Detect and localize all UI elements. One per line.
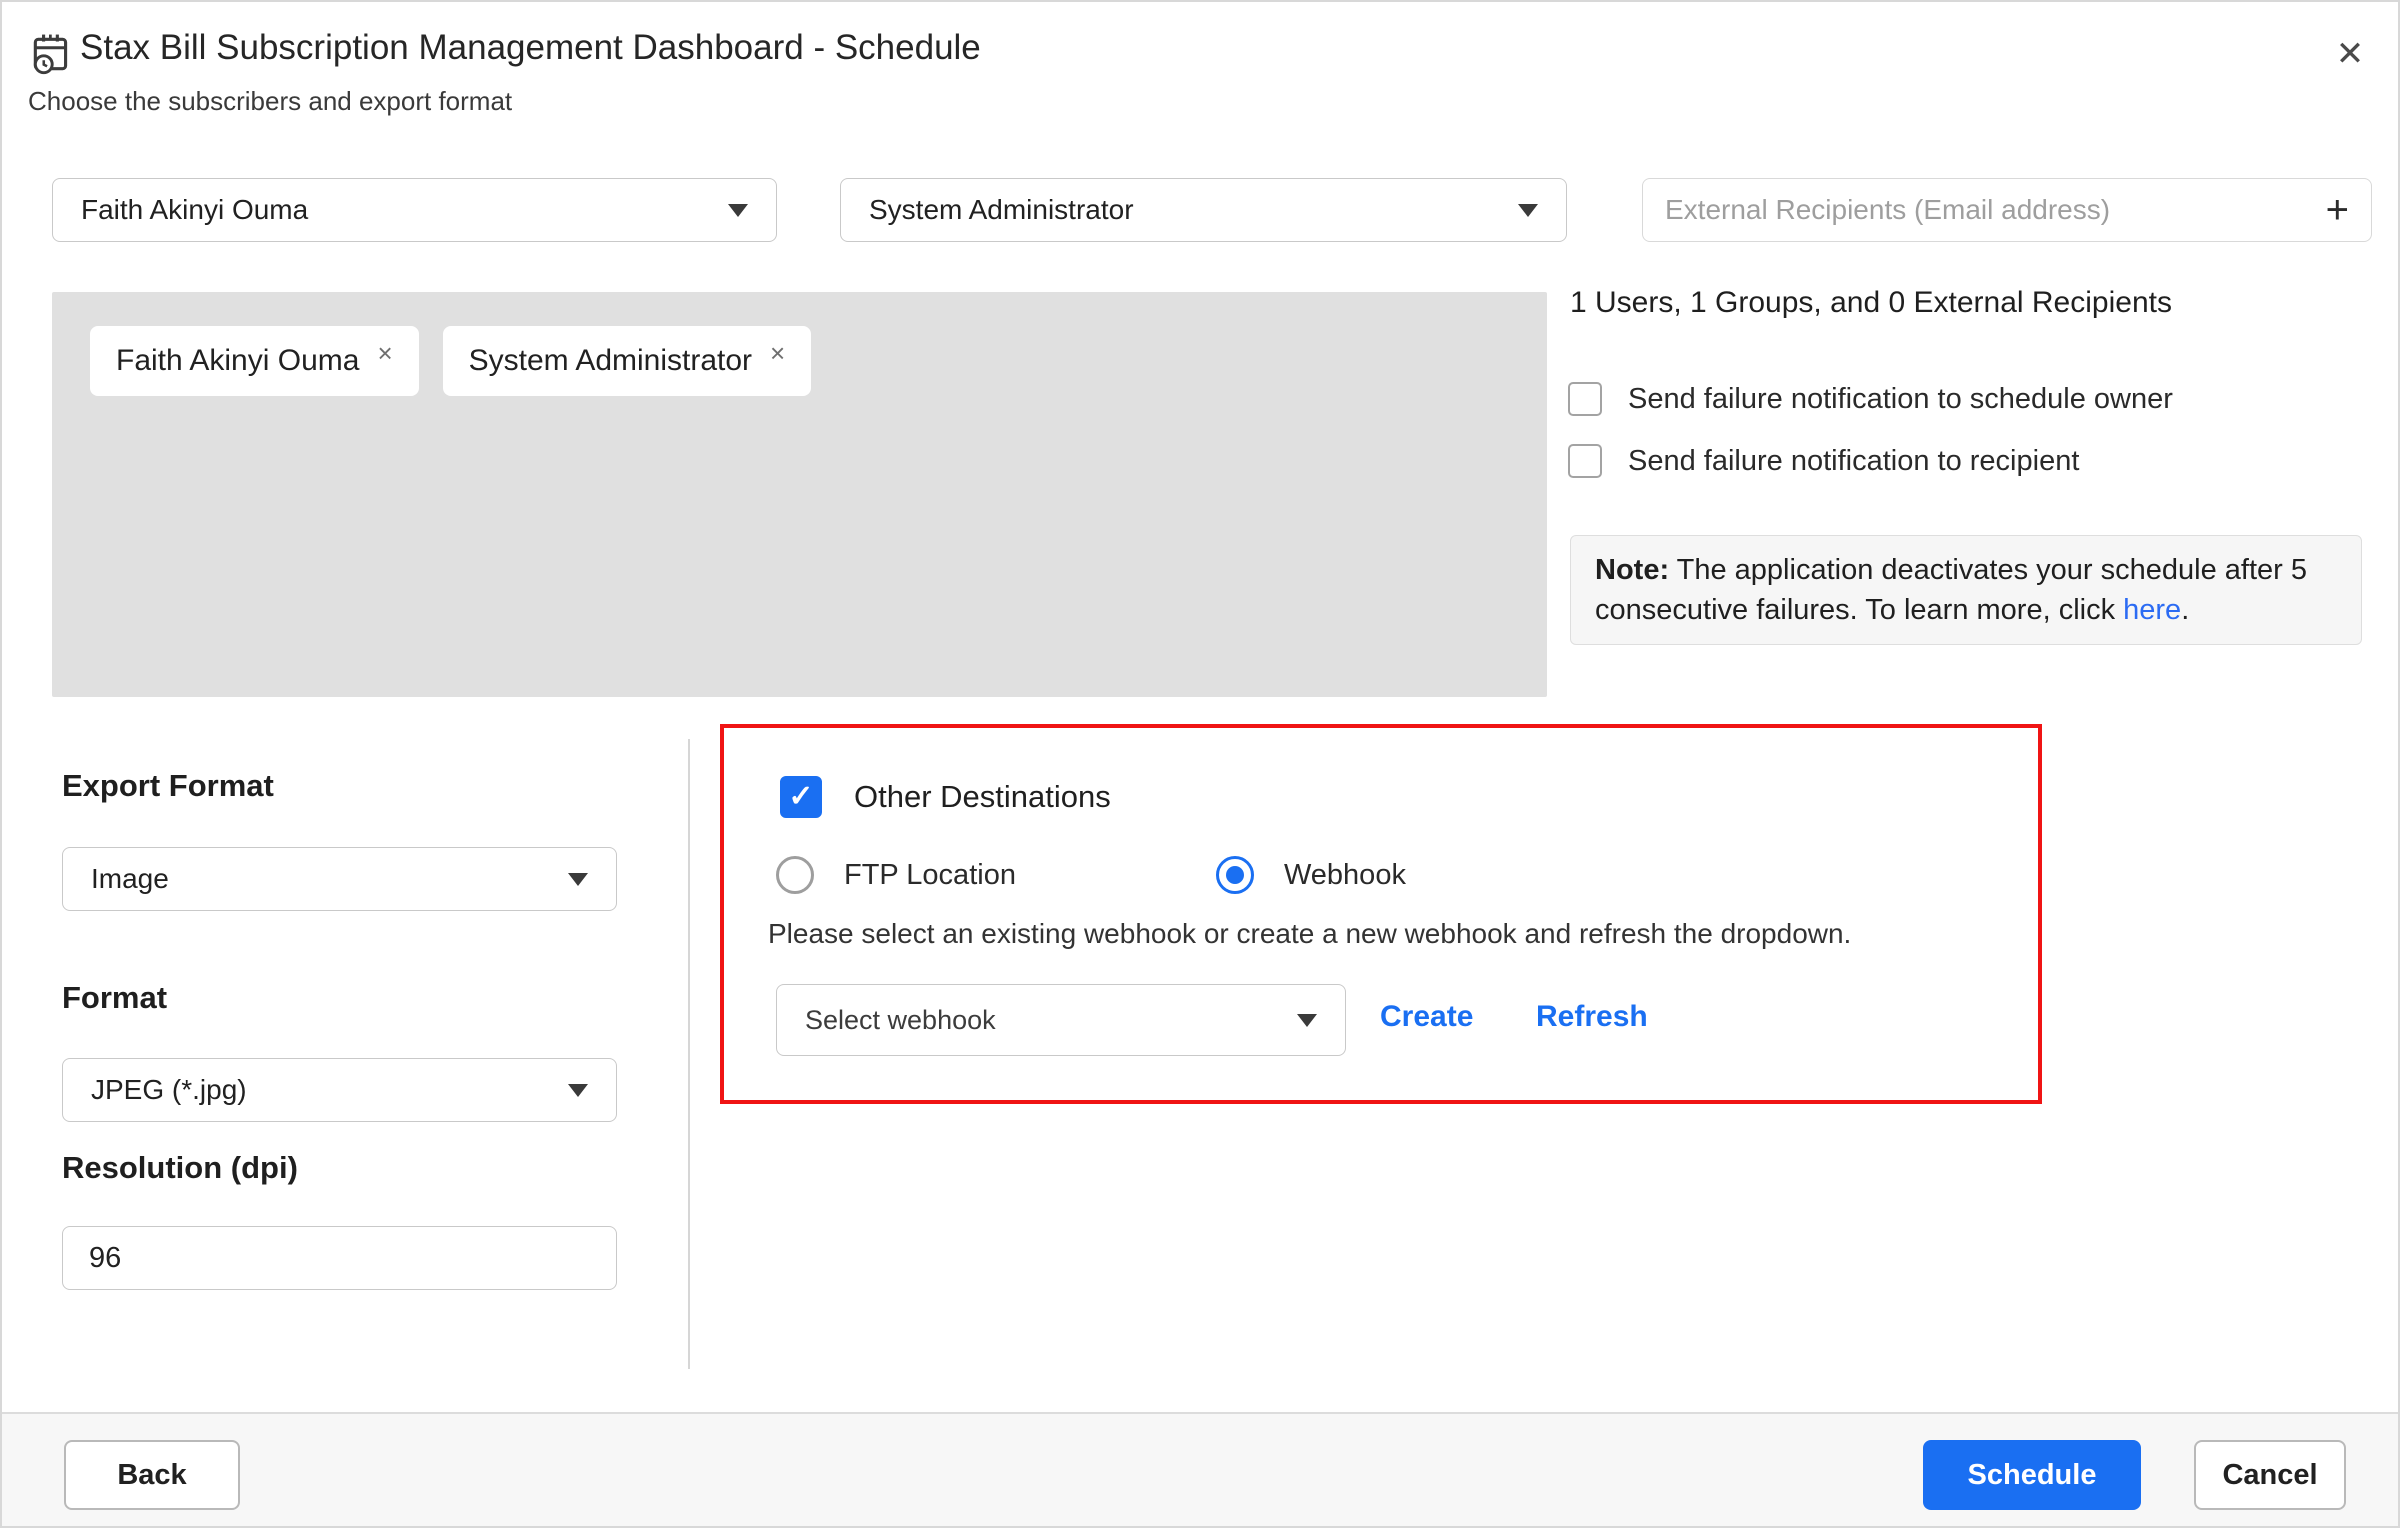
destination-radio-webhook[interactable] xyxy=(1216,856,1254,894)
ftp-location-label: FTP Location xyxy=(844,859,1016,892)
resolution-heading: Resolution (dpi) xyxy=(62,1150,298,1186)
add-recipient-icon[interactable]: + xyxy=(2312,190,2349,230)
notify-owner-row: Send failure notification to schedule ow… xyxy=(1568,382,2173,416)
webhook-hint: Please select an existing webhook or cre… xyxy=(768,918,1851,950)
schedule-calendar-icon xyxy=(28,30,72,78)
chip-remove-icon[interactable]: × xyxy=(770,338,785,369)
recipient-chip: Faith Akinyi Ouma × xyxy=(90,326,419,396)
notify-recipient-checkbox[interactable] xyxy=(1568,444,1602,478)
chevron-down-icon xyxy=(728,204,748,217)
close-icon[interactable]: ✕ xyxy=(2328,32,2372,76)
chip-label: System Administrator xyxy=(469,344,752,378)
schedule-dialog: Stax Bill Subscription Management Dashbo… xyxy=(0,0,2400,1528)
user-select[interactable]: Faith Akinyi Ouma xyxy=(52,178,777,242)
note-bold: Note: xyxy=(1595,554,1669,586)
chevron-down-icon xyxy=(568,1084,588,1097)
external-recipients-field: + xyxy=(1642,178,2372,242)
refresh-webhook-link[interactable]: Refresh xyxy=(1536,1000,1648,1034)
chip-remove-icon[interactable]: × xyxy=(377,338,392,369)
footer-bar: Back Schedule Cancel xyxy=(2,1412,2398,1526)
notify-recipient-label: Send failure notification to recipient xyxy=(1628,445,2079,478)
file-format-select[interactable]: JPEG (*.jpg) xyxy=(62,1058,617,1122)
export-type-value: Image xyxy=(91,863,568,895)
external-recipients-input[interactable] xyxy=(1665,194,2312,226)
back-button[interactable]: Back xyxy=(64,1440,240,1510)
notify-owner-checkbox[interactable] xyxy=(1568,382,1602,416)
destination-radio-ftp[interactable] xyxy=(776,856,814,894)
webhook-select-value: Select webhook xyxy=(805,1005,1297,1036)
format-heading: Format xyxy=(62,980,167,1016)
cancel-button[interactable]: Cancel xyxy=(2194,1440,2346,1510)
section-divider xyxy=(688,739,690,1369)
selected-recipients-panel: Faith Akinyi Ouma × System Administrator… xyxy=(52,292,1547,697)
group-select[interactable]: System Administrator xyxy=(840,178,1567,242)
note-here-link[interactable]: here xyxy=(2123,594,2181,626)
note-suffix: . xyxy=(2181,594,2189,626)
destination-type-radios: FTP Location Webhook xyxy=(776,856,1406,894)
other-destinations-row: ✓ Other Destinations xyxy=(780,776,1111,818)
user-select-value: Faith Akinyi Ouma xyxy=(81,194,728,226)
create-webhook-link[interactable]: Create xyxy=(1380,1000,1473,1034)
note-body: The application deactivates your schedul… xyxy=(1595,554,2307,626)
export-type-select[interactable]: Image xyxy=(62,847,617,911)
group-select-value: System Administrator xyxy=(869,194,1518,226)
check-icon: ✓ xyxy=(788,782,813,812)
schedule-button[interactable]: Schedule xyxy=(1923,1440,2141,1510)
chevron-down-icon xyxy=(1518,204,1538,217)
other-destinations-label: Other Destinations xyxy=(854,779,1111,815)
other-destinations-checkbox[interactable]: ✓ xyxy=(780,776,822,818)
chevron-down-icon xyxy=(1297,1014,1317,1027)
webhook-select[interactable]: Select webhook xyxy=(776,984,1346,1056)
chip-label: Faith Akinyi Ouma xyxy=(116,344,359,378)
dialog-title: Stax Bill Subscription Management Dashbo… xyxy=(80,28,981,68)
resolution-input[interactable] xyxy=(62,1226,617,1290)
recipient-summary: 1 Users, 1 Groups, and 0 External Recipi… xyxy=(1570,286,2370,320)
chevron-down-icon xyxy=(568,873,588,886)
recipient-chip: System Administrator × xyxy=(443,326,812,396)
other-destinations-section: ✓ Other Destinations FTP Location Webhoo… xyxy=(720,724,2042,1104)
notify-recipient-row: Send failure notification to recipient xyxy=(1568,444,2079,478)
note-box: Note: The application deactivates your s… xyxy=(1570,535,2362,645)
file-format-value: JPEG (*.jpg) xyxy=(91,1074,568,1106)
dialog-subtitle: Choose the subscribers and export format xyxy=(28,86,512,117)
webhook-label: Webhook xyxy=(1284,859,1406,892)
export-format-heading: Export Format xyxy=(62,768,274,804)
notify-owner-label: Send failure notification to schedule ow… xyxy=(1628,383,2173,416)
